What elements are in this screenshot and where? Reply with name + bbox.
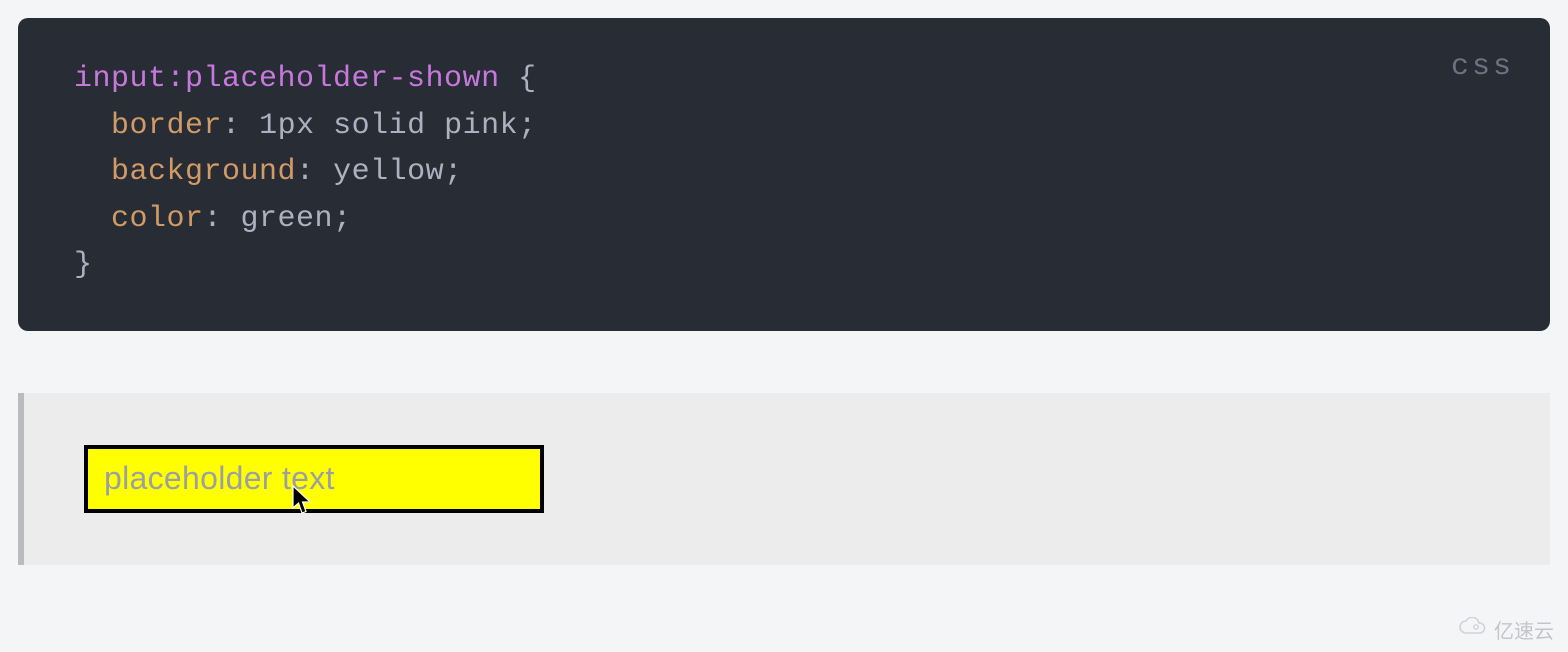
watermark: 亿速云 bbox=[1458, 615, 1554, 644]
code-token-value: yellow bbox=[333, 155, 444, 189]
code-token-pseudo: :placeholder-shown bbox=[167, 62, 500, 96]
code-token-property: border bbox=[111, 109, 222, 143]
code-indent bbox=[74, 155, 111, 189]
code-token-open-brace: { bbox=[500, 62, 537, 96]
code-token-selector: input bbox=[74, 62, 167, 96]
code-line-rule-2: color: green; bbox=[74, 196, 1494, 243]
code-token-value: 1px solid pink bbox=[259, 109, 518, 143]
code-line-rule-1: background: yellow; bbox=[74, 149, 1494, 196]
cloud-icon bbox=[1458, 617, 1488, 643]
code-token-property: background bbox=[111, 155, 296, 189]
watermark-text: 亿速云 bbox=[1494, 615, 1554, 644]
code-token-colon: : bbox=[296, 155, 333, 189]
code-token-value: green bbox=[241, 202, 334, 236]
code-block: css input:placeholder-shown { border: 1p… bbox=[18, 18, 1550, 331]
code-token-property: color bbox=[111, 202, 204, 236]
code-line-close: } bbox=[74, 242, 1494, 289]
code-token-semicolon: ; bbox=[518, 109, 537, 143]
code-indent bbox=[74, 202, 111, 236]
code-token-semicolon: ; bbox=[333, 202, 352, 236]
demo-area: placeholder text bbox=[18, 393, 1550, 565]
code-line-rule-0: border: 1px solid pink; bbox=[74, 103, 1494, 150]
code-token-close-brace: } bbox=[74, 248, 93, 282]
demo-input-placeholder: placeholder text bbox=[104, 460, 335, 497]
demo-input[interactable]: placeholder text bbox=[84, 445, 544, 513]
code-indent bbox=[74, 109, 111, 143]
code-token-colon: : bbox=[222, 109, 259, 143]
code-line-selector: input:placeholder-shown { bbox=[74, 56, 1494, 103]
language-badge: css bbox=[1451, 44, 1514, 91]
code-token-semicolon: ; bbox=[444, 155, 463, 189]
code-token-colon: : bbox=[204, 202, 241, 236]
